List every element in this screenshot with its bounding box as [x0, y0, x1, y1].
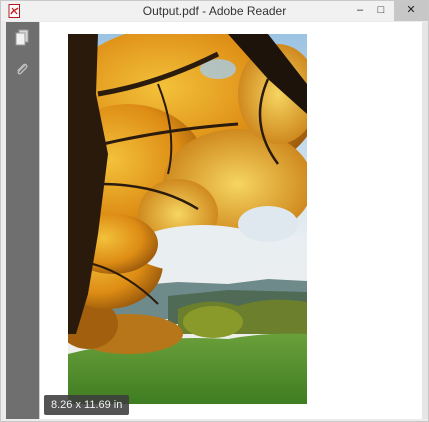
pages-icon[interactable]: [13, 29, 31, 47]
pdf-page[interactable]: [68, 34, 307, 404]
reader-window: Output.pdf - Adobe Reader – □ ✕ 8.26 x 1…: [0, 0, 429, 422]
title-bar[interactable]: Output.pdf - Adobe Reader – □ ✕: [1, 1, 428, 21]
navigation-pane: [6, 22, 39, 419]
paperclip-icon[interactable]: [13, 61, 31, 79]
vertical-scrollbar[interactable]: [422, 22, 428, 419]
autumn-tree-photo: [68, 34, 307, 404]
maximize-button[interactable]: □: [373, 1, 389, 21]
close-button[interactable]: ✕: [394, 1, 428, 21]
page-size-label: 8.26 x 11.69 in: [44, 395, 130, 415]
minimize-button[interactable]: –: [352, 1, 368, 21]
